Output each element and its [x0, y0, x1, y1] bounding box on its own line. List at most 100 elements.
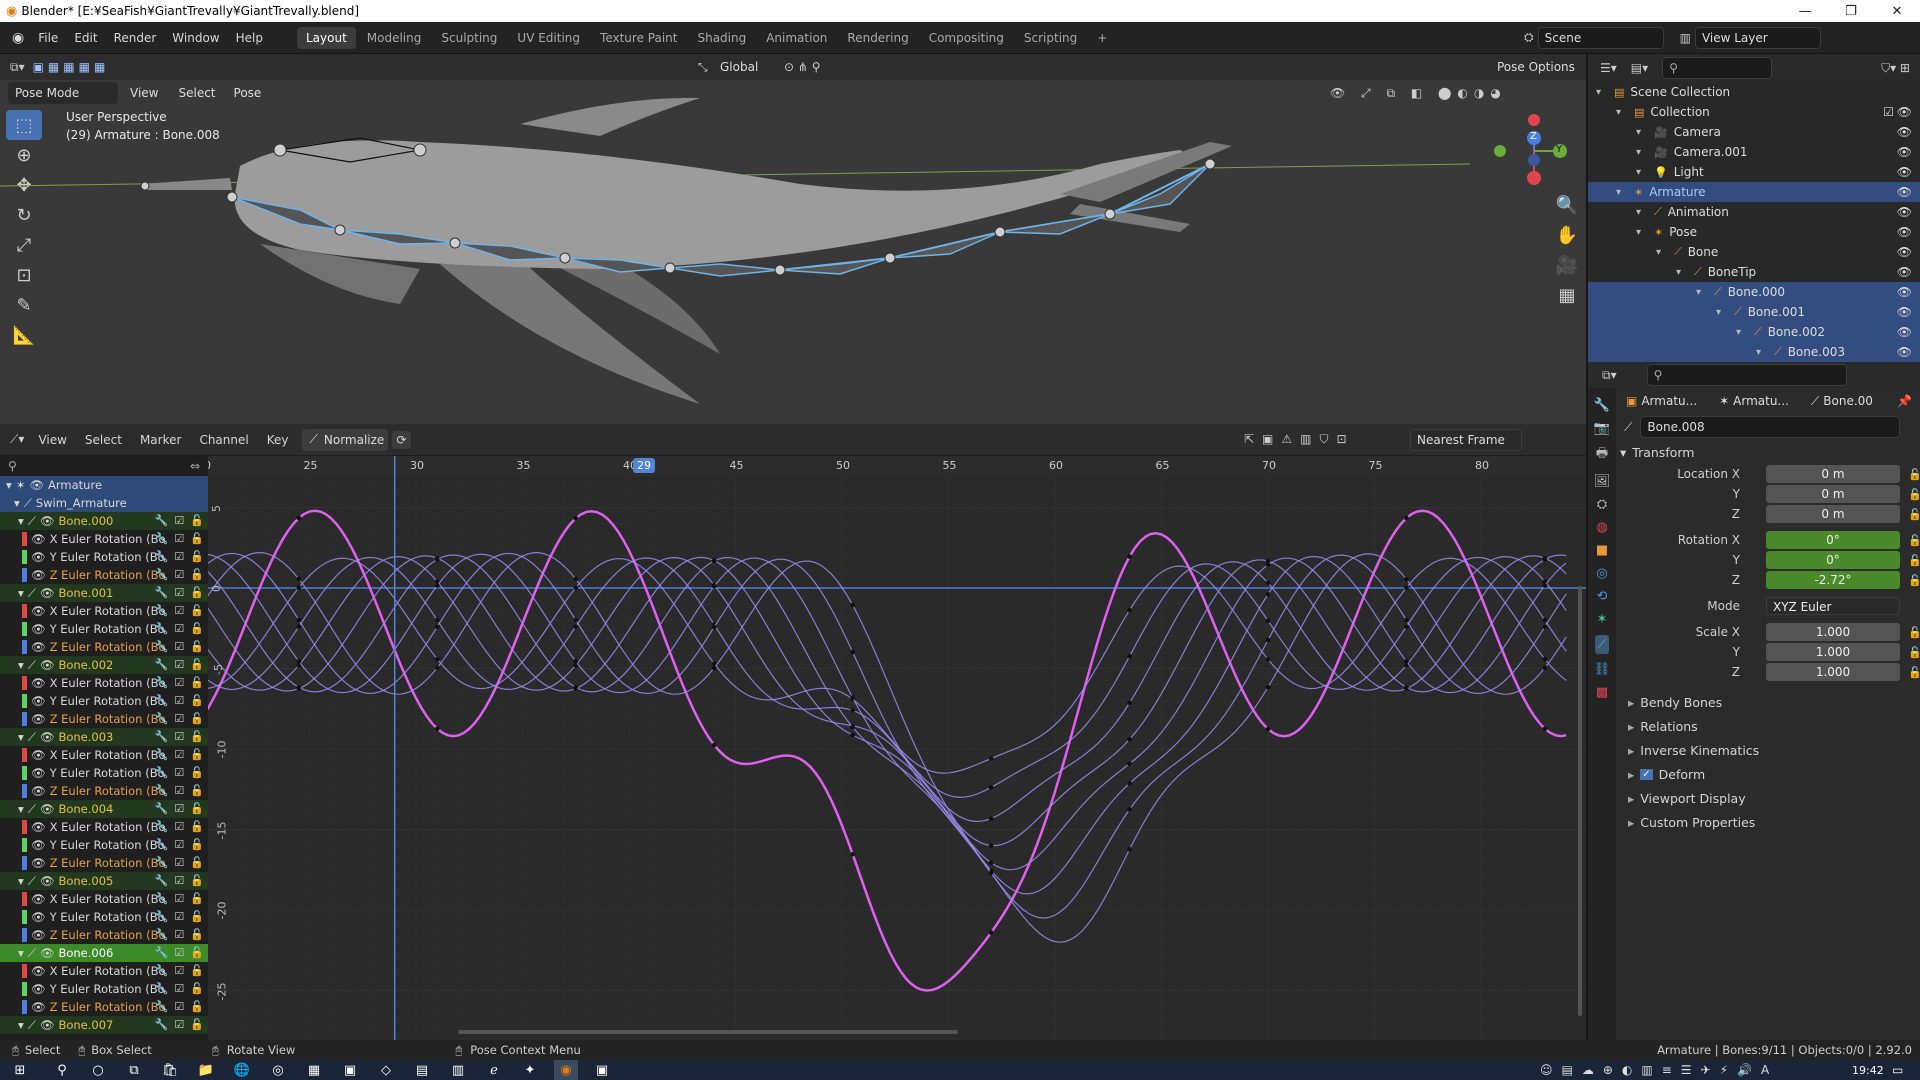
channel-group[interactable]: ▾ ⟋ 👁 Bone.007 🔧 ☑ 🔓	[0, 1016, 208, 1034]
panel-header[interactable]: ▸ Relations	[1616, 714, 1920, 738]
keyframe-point[interactable]	[1404, 685, 1409, 690]
keyframe-point[interactable]	[296, 515, 302, 521]
expand-icon[interactable]: ▾	[1636, 167, 1650, 178]
visibility-icon[interactable]: 👁	[31, 622, 46, 636]
deform-checkbox[interactable]: ✓	[1640, 768, 1653, 780]
channel-fcurve[interactable]: 👁 X Euler Rotation (Bo 🔧 ☑ 🔓	[0, 890, 208, 908]
keyframe-point[interactable]	[1127, 737, 1132, 742]
channel-fcurve[interactable]: 👁 Z Euler Rotation (Bo 🔧 ☑ 🔓	[0, 926, 208, 944]
mute-checkbox[interactable]: ☑	[174, 892, 184, 905]
mute-checkbox[interactable]: ☑	[174, 928, 184, 941]
bone-constraints-tab-icon[interactable]: ⛓	[1594, 662, 1611, 677]
lock-icon[interactable]: 🔓	[190, 640, 204, 653]
keyframe-point[interactable]	[573, 659, 579, 664]
channel-fcurve[interactable]: 👁 X Euler Rotation (Bo 🔧 ☑ 🔓	[0, 602, 208, 620]
outliner-row[interactable]: ▾ ⟋ Bone.003 👁	[1588, 342, 1920, 362]
outliner-row[interactable]: ▾ 🎥 Camera 👁	[1588, 122, 1920, 142]
keyframe-point[interactable]	[1404, 585, 1409, 590]
keyframe-point[interactable]	[711, 665, 717, 671]
modifier-icon[interactable]: 🔧	[155, 856, 169, 869]
explorer-icon[interactable]: 📁	[194, 1060, 218, 1080]
keyframe-point[interactable]	[850, 602, 855, 608]
crumb-bone[interactable]: Bone.00	[1823, 394, 1873, 408]
channel-group[interactable]: ▾ ⟋ 👁 Bone.006 🔧 ☑ 🔓	[0, 944, 208, 962]
expand-icon[interactable]: ▾	[1636, 227, 1650, 238]
visibility-eye-icon[interactable]: 👁	[1897, 145, 1912, 159]
field-value[interactable]: -2.72°	[1766, 571, 1900, 589]
workspace-tab-shading[interactable]: Shading	[688, 27, 755, 49]
texture-tab-icon[interactable]: ▩	[1596, 685, 1608, 700]
properties-editor-icon[interactable]: ⧉▾	[1602, 368, 1617, 383]
current-frame-badge[interactable]: 29	[633, 458, 655, 473]
menu-edit[interactable]: Edit	[66, 31, 105, 45]
modifier-icon[interactable]: 🔧	[155, 532, 169, 545]
mute-checkbox[interactable]: ☑	[174, 820, 184, 833]
visibility-eye-icon[interactable]: 👁	[1897, 105, 1912, 119]
render-tab-icon[interactable]: 📷	[1594, 421, 1610, 436]
fcurve[interactable]	[208, 552, 1567, 943]
tool-tab-icon[interactable]: 🔧	[1594, 398, 1610, 413]
expand-icon[interactable]: ▾	[1716, 307, 1730, 318]
expand-icon[interactable]: ▾	[18, 730, 24, 744]
modifier-icon[interactable]: 🔧	[155, 622, 169, 635]
app-icon[interactable]: ▣	[338, 1060, 362, 1080]
outliner-row[interactable]: ▾ ⟋ Bone.000 👁	[1588, 282, 1920, 302]
bone-tab-icon[interactable]: ⟋	[1595, 635, 1609, 654]
ortho-grid-icon[interactable]: ▦	[1552, 280, 1582, 310]
modifier-icon[interactable]: 🔧	[155, 1000, 169, 1013]
mute-checkbox[interactable]: ☑	[174, 676, 184, 689]
lock-icon[interactable]: 🔓	[190, 748, 204, 761]
app-icon[interactable]: ◇	[374, 1060, 398, 1080]
channel-fcurve[interactable]: 👁 Z Euler Rotation (Bo 🔧 ☑ 🔓	[0, 638, 208, 656]
fcurve[interactable]	[208, 556, 1567, 798]
fcurve-canvas[interactable]	[208, 456, 1586, 1040]
channel-list[interactable]: ⚲ ⇔ ▾ ✶ 👁 Armature ▾ ⟋ Swim_Armature ▾ ⟋ 👁 Bone.00…	[0, 456, 208, 1040]
zoom-icon[interactable]: 🔍	[1552, 190, 1582, 220]
keyframe-point[interactable]	[1265, 657, 1271, 662]
modifier-icon[interactable]: 🔧	[155, 820, 169, 833]
lock-icon[interactable]: 🔓	[190, 892, 204, 905]
mute-checkbox[interactable]: ☑	[174, 946, 184, 959]
3d-viewport[interactable]: ⧉▾ ▣▦▦▦▦ ⤡ Global ⊙ ⋔ ⚲ Pose Options Pos…	[0, 54, 1586, 424]
visibility-icon[interactable]: 👁	[31, 532, 46, 546]
view-layer-selector[interactable]: View Layer	[1694, 26, 1821, 49]
expand-icon[interactable]: ▾	[18, 874, 24, 888]
keyframe-point[interactable]	[296, 659, 302, 664]
mute-checkbox[interactable]: ☑	[174, 766, 184, 779]
view-layer-icon[interactable]: ▥	[1680, 31, 1691, 45]
field-value[interactable]: 0°	[1766, 531, 1900, 549]
workspace-tab-animation[interactable]: Animation	[757, 27, 836, 49]
gizmo-z-label[interactable]: Z	[1530, 131, 1537, 142]
field-value[interactable]: 0 m	[1766, 465, 1900, 483]
modifier-icon[interactable]: 🔧	[155, 964, 169, 977]
keyframe-point[interactable]	[435, 665, 440, 671]
lock-icon[interactable]: 🔓	[190, 586, 204, 599]
modifier-icon[interactable]: 🔧	[155, 784, 169, 797]
field-value[interactable]: 0 m	[1766, 485, 1900, 503]
view-layer-tab-icon[interactable]: 🖼	[1594, 474, 1611, 489]
lock-icon[interactable]: 🔓	[190, 838, 204, 851]
visibility-icon[interactable]: 👁	[40, 586, 55, 600]
visibility-eye-icon[interactable]: 👁	[1897, 225, 1912, 239]
mute-checkbox[interactable]: ☑	[174, 550, 184, 563]
keyframe-point[interactable]	[1127, 653, 1132, 659]
bone-name-field[interactable]: Bone.008	[1640, 416, 1901, 438]
visibility-icon[interactable]: 👁	[31, 838, 46, 852]
modifier-icon[interactable]: 🔧	[155, 640, 169, 653]
channel-group[interactable]: ▾ ⟋ 👁 Bone.002 🔧 ☑ 🔓	[0, 656, 208, 674]
keyframe-point[interactable]	[988, 843, 994, 848]
lock-icon[interactable]: 🔓	[190, 856, 204, 869]
channel-fcurve[interactable]: 👁 Y Euler Rotation (Bo 🔧 ☑ 🔓	[0, 908, 208, 926]
keyframe-point[interactable]	[573, 685, 579, 690]
expand-icon[interactable]: ▾	[1656, 247, 1670, 258]
edge-icon[interactable]: 🌐	[230, 1060, 254, 1080]
modifier-icon[interactable]: 🔧	[155, 928, 169, 941]
modifier-icon[interactable]: 🔧	[155, 982, 169, 995]
expand-icon[interactable]: ▾	[18, 586, 24, 600]
keyframe-point[interactable]	[1127, 847, 1132, 852]
fish-model[interactable]	[0, 54, 1586, 424]
lock-icon[interactable]: 🔓	[190, 982, 204, 995]
panel-header[interactable]: ▸ Viewport Display	[1616, 786, 1920, 810]
keyframe-point[interactable]	[1404, 624, 1409, 629]
expand-icon[interactable]: ▾	[18, 946, 24, 960]
